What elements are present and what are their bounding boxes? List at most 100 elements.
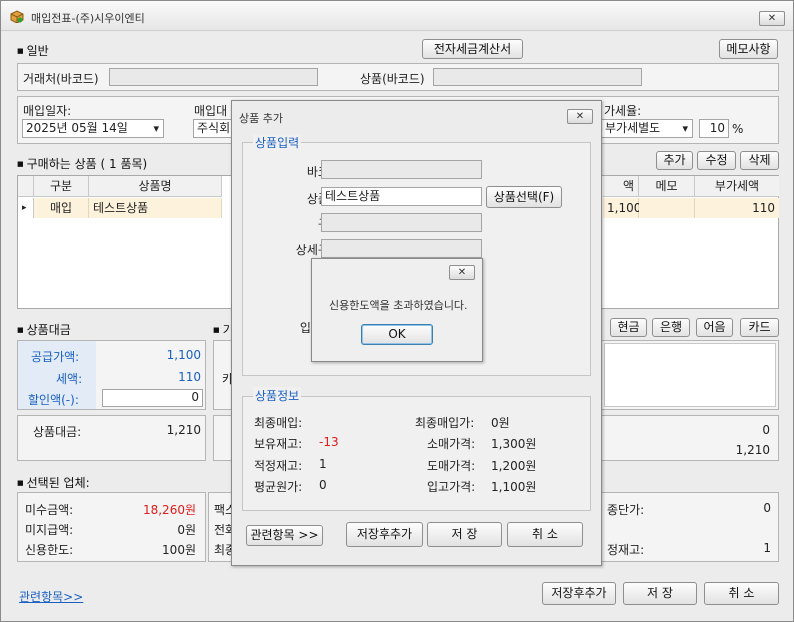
- cancel-button[interactable]: 취 소: [704, 582, 779, 605]
- save-button[interactable]: 저 장: [623, 582, 697, 605]
- retail-price-label: 소매가격:: [427, 437, 476, 451]
- cash-button[interactable]: 현금: [610, 318, 647, 337]
- wholesale-price-value: 1,200원: [491, 459, 537, 473]
- title-bar: 매입전표-(주)시우이엔티 ✕: [1, 1, 793, 31]
- dialog-related-button[interactable]: 관련항목 >>: [246, 525, 323, 546]
- close-icon[interactable]: ✕: [759, 11, 785, 26]
- stock-label: 정재고:: [607, 543, 645, 557]
- unpaid2-value: 0원: [177, 523, 196, 537]
- alert-close-icon[interactable]: ✕: [449, 265, 475, 280]
- barcode-input[interactable]: [321, 160, 482, 179]
- barcode-panel: 거래처(바코드) 상품(바코드): [17, 63, 779, 91]
- product-name-input[interactable]: 테스트상품: [321, 187, 482, 206]
- purchase-date-label: 매입일자:: [23, 104, 72, 118]
- price-section: 상품대금: [17, 321, 71, 338]
- ok-button[interactable]: OK: [361, 324, 433, 345]
- discount-label: 할인액(-):: [28, 393, 79, 407]
- product-barcode-input[interactable]: [433, 68, 642, 86]
- payment-value-1: 0: [762, 423, 770, 437]
- last-buy-price-value: 0원: [491, 416, 510, 430]
- save-and-add-button[interactable]: 저장후추가: [542, 582, 616, 605]
- input-group-title: 상품입력: [253, 134, 302, 151]
- total-panel: 상품대금: 1,210: [17, 415, 206, 461]
- col-memo[interactable]: 메모: [639, 176, 695, 197]
- unpaid-label: 미수금액:: [25, 503, 74, 517]
- memo-button[interactable]: 메모사항: [719, 39, 778, 59]
- vat-rate-input[interactable]: 10: [699, 119, 729, 138]
- product-barcode-label: 상품(바코드): [360, 72, 425, 86]
- dialog-title: 상품 추가: [239, 112, 283, 125]
- credit-label: 신용한도:: [25, 543, 74, 557]
- credit-value: 100원: [162, 543, 196, 557]
- section-general: 일반: [17, 42, 49, 59]
- dialog-cancel-button[interactable]: 취 소: [507, 522, 583, 547]
- col-vat[interactable]: 부가세액: [695, 176, 779, 197]
- selected-section: 선택된 업체:: [17, 474, 90, 491]
- detail-spec-input[interactable]: [321, 239, 482, 258]
- col-type[interactable]: 구분: [34, 176, 89, 197]
- stock-value: -13: [319, 435, 339, 449]
- vat-rate-label: 가세율:: [604, 104, 642, 118]
- items-section: 구매하는 상품 ( 1 품목): [17, 155, 148, 172]
- unpaid2-label: 미지급액:: [25, 523, 74, 537]
- tax-value: 110: [178, 370, 201, 384]
- vat-type-select[interactable]: 부가세별도: [601, 119, 693, 138]
- payment-list[interactable]: [604, 343, 776, 407]
- stock-label: 보유재고:: [254, 437, 303, 451]
- dialog-save-button[interactable]: 저 장: [427, 522, 502, 547]
- grid-corner: [18, 176, 34, 197]
- dialog-close-icon[interactable]: ✕: [567, 109, 593, 124]
- avg-cost-value: 0: [319, 478, 327, 492]
- add-item-button[interactable]: 추가: [656, 151, 693, 170]
- dialog-save-add-button[interactable]: 저장후추가: [346, 522, 423, 547]
- spec-input[interactable]: [321, 213, 482, 232]
- unpaid-value: 18,260원: [142, 503, 196, 517]
- window-title: 매입전표-(주)시우이엔티: [31, 12, 145, 25]
- vendor-barcode-label: 거래처(바코드): [23, 72, 99, 86]
- cell-amount[interactable]: 1,100: [603, 198, 641, 218]
- purchase-date-picker[interactable]: 2025년 05월 14일: [22, 119, 164, 138]
- note-button[interactable]: 어음: [696, 318, 733, 337]
- supply-value: 1,100: [166, 348, 201, 362]
- selected-panel: 미수금액: 18,260원 미지급액: 0원 신용한도: 100원: [17, 492, 206, 562]
- cell-memo[interactable]: [639, 198, 695, 218]
- vendor-label: 매입대: [194, 104, 228, 118]
- edit-item-button[interactable]: 수정: [697, 151, 736, 170]
- tax-label: 세액:: [56, 372, 83, 386]
- row-marker: ▸: [18, 198, 34, 218]
- vendor-barcode-input[interactable]: [109, 68, 318, 86]
- total-value: 1,210: [166, 423, 201, 437]
- last-price-label: 종단가:: [607, 503, 645, 517]
- discount-input[interactable]: 0: [102, 389, 203, 407]
- stock-value: 1: [763, 541, 771, 555]
- card-button[interactable]: 카드: [740, 318, 779, 337]
- percent-label: %: [732, 122, 744, 136]
- inbound-price-value: 1,100원: [491, 480, 537, 494]
- credit-limit-alert: ✕ 신용한도액을 초과하였습니다. OK: [311, 258, 483, 362]
- last-buy-label: 최종매입:: [254, 416, 303, 430]
- avg-cost-label: 평균원가:: [254, 480, 303, 494]
- inbound-price-label: 입고가격:: [427, 480, 476, 494]
- cell-vat[interactable]: 110: [695, 198, 779, 218]
- cell-name[interactable]: 테스트상품: [89, 198, 222, 218]
- wholesale-price-label: 도매가격:: [427, 459, 476, 473]
- proper-stock-value: 1: [319, 457, 327, 471]
- product-select-button[interactable]: 상품선택(F): [486, 186, 562, 208]
- cell-type[interactable]: 매입: [34, 198, 89, 218]
- box-icon: [10, 10, 24, 23]
- last-buy-price-label: 최종매입가:: [415, 416, 475, 430]
- total-label: 상품대금:: [33, 425, 82, 439]
- proper-stock-label: 적정재고:: [254, 459, 303, 473]
- payment-value-2: 1,210: [735, 443, 770, 457]
- info-group-title: 상품정보: [253, 387, 302, 404]
- related-link[interactable]: 관련항목>>: [19, 588, 83, 605]
- retail-price-value: 1,300원: [491, 437, 537, 451]
- col-amount[interactable]: 액: [603, 176, 639, 197]
- delete-item-button[interactable]: 삭제: [740, 151, 779, 170]
- price-panel: 공급가액: 1,100 세액: 110 할인액(-): 0: [17, 340, 206, 410]
- alert-message: 신용한도액을 초과하였습니다.: [329, 299, 468, 312]
- last-price-value: 0: [763, 501, 771, 515]
- tax-invoice-button[interactable]: 전자세금계산서: [422, 39, 523, 59]
- col-name[interactable]: 상품명: [89, 176, 222, 197]
- bank-button[interactable]: 은행: [652, 318, 690, 337]
